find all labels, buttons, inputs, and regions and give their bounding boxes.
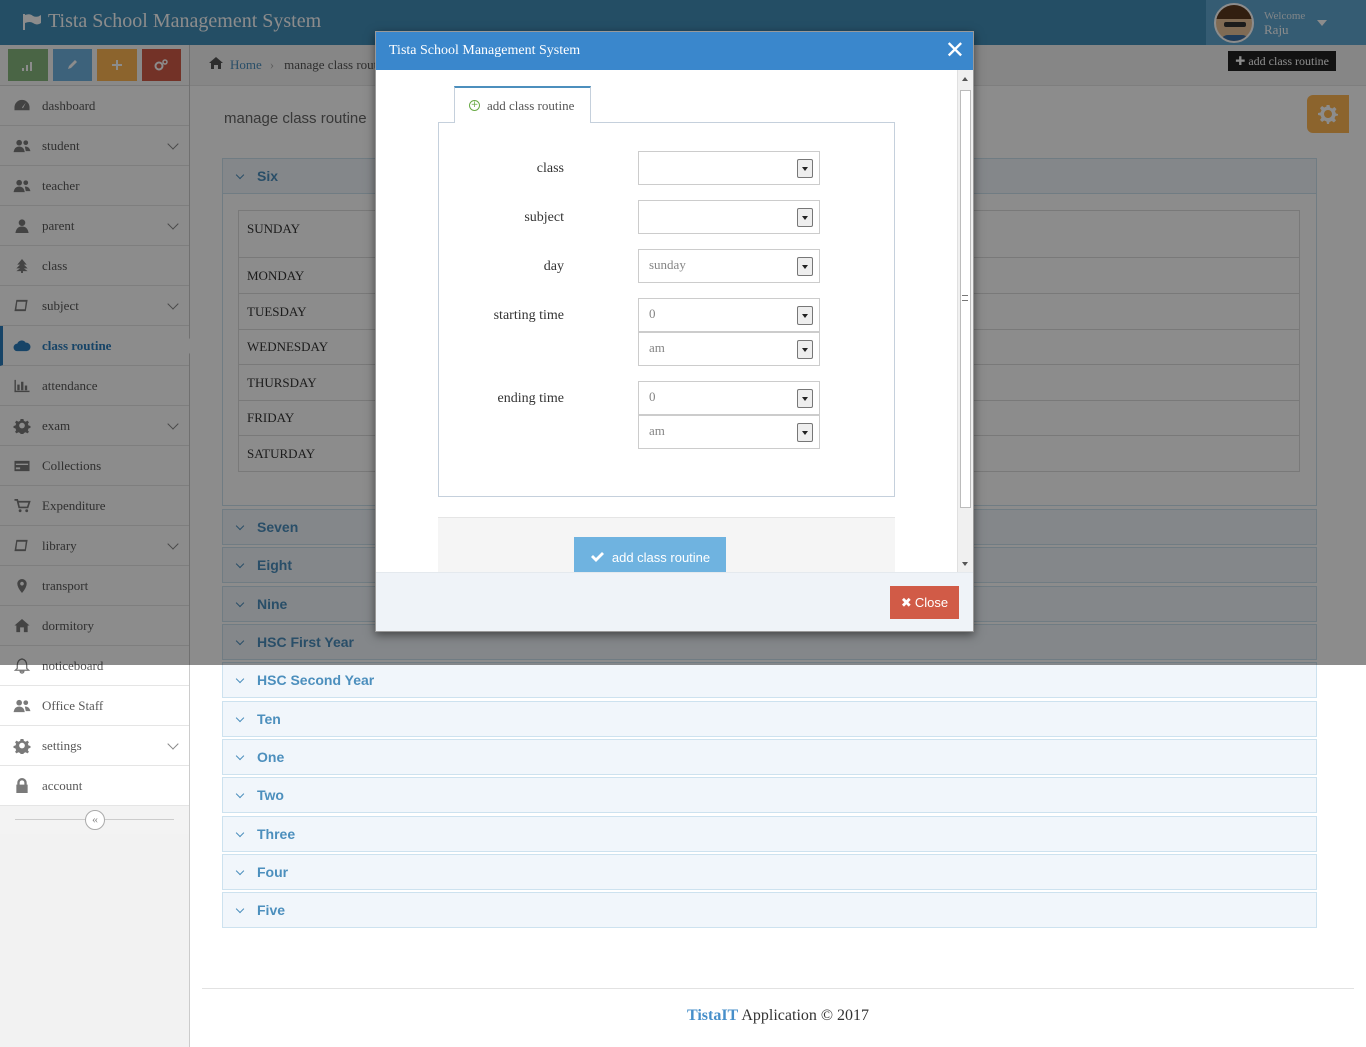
chevron-down-icon	[235, 674, 245, 683]
sidebar-item-office-staff[interactable]: Office Staff	[0, 686, 189, 726]
times-icon: ✖	[900, 594, 912, 610]
ending-ampm-value: am	[649, 423, 665, 438]
grip-icon	[962, 295, 968, 301]
day-select[interactable]: sunday	[638, 249, 820, 283]
cog-icon	[12, 738, 32, 754]
accordion-header-four[interactable]: Four	[222, 854, 1317, 890]
sidebar-item-label: account	[42, 777, 83, 793]
add-class-routine-modal: Tista School Management System ✕ + add c…	[375, 31, 974, 632]
modal-footer: ✖ Close	[376, 572, 973, 631]
starting-ampm-value: am	[649, 340, 665, 355]
plus-circle-icon: +	[469, 100, 480, 111]
ending-time-label: ending time	[497, 391, 565, 406]
scroll-up-icon[interactable]	[962, 77, 968, 81]
day-label: day	[543, 259, 564, 274]
modal-scrollbar[interactable]	[957, 70, 973, 572]
modal-title: Tista School Management System	[389, 43, 581, 58]
accordion-header-three[interactable]: Three	[222, 816, 1317, 852]
starting-time-label: starting time	[493, 308, 564, 323]
dropdown-arrow-icon	[797, 389, 813, 408]
accordion-header-one[interactable]: One	[222, 739, 1317, 775]
chevron-down-icon	[235, 713, 245, 722]
chevron-down-icon	[235, 866, 245, 875]
sidebar-item-label: Office Staff	[42, 697, 104, 713]
scroll-down-icon[interactable]	[962, 562, 968, 566]
add-class-routine-submit-button[interactable]: add class routine	[574, 537, 726, 572]
starting-ampm-select[interactable]: am	[638, 332, 820, 366]
dropdown-arrow-icon	[797, 159, 813, 178]
close-icon[interactable]: ✕	[945, 37, 965, 63]
ending-hour-value: 0	[649, 389, 656, 404]
accordion-header-label: Two	[257, 787, 284, 803]
accordion-header-two[interactable]: Two	[222, 777, 1317, 813]
check-icon	[590, 552, 604, 562]
accordion-header-label: Three	[257, 826, 296, 842]
accordion-header-label: HSC Second Year	[257, 672, 375, 688]
sidebar-collapse: «	[0, 806, 189, 834]
accordion-header-hsc-second-year[interactable]: HSC Second Year	[222, 662, 1317, 698]
footer: TistaIT Application © 2017	[190, 1007, 1366, 1025]
chevron-down-icon	[235, 828, 245, 837]
accordion-header-label: One	[257, 749, 285, 765]
tab-add-class-routine[interactable]: + add class routine	[454, 86, 591, 123]
accordion-header-label: Four	[257, 864, 289, 880]
chevron-down-icon	[167, 738, 179, 750]
double-angle-left-icon[interactable]: «	[85, 810, 105, 830]
users-icon	[12, 698, 32, 714]
chevron-down-icon	[235, 789, 245, 798]
chevron-down-icon	[235, 904, 245, 913]
lock-icon	[12, 777, 32, 794]
footer-brand: TistaIT	[686, 1007, 739, 1024]
accordion-header-label: Five	[257, 902, 286, 918]
class-label: class	[536, 161, 564, 176]
starting-hour-select[interactable]: 0	[638, 298, 820, 332]
add-class-routine-form: class subject day sunday starting time 0	[438, 122, 895, 497]
modal-header: Tista School Management System ✕	[376, 32, 973, 70]
dropdown-arrow-icon	[797, 208, 813, 227]
form-actions: add class routine	[438, 517, 895, 572]
starting-hour-value: 0	[649, 306, 656, 321]
dropdown-arrow-icon	[797, 423, 813, 442]
ending-ampm-select[interactable]: am	[638, 415, 820, 449]
subject-select[interactable]	[638, 200, 820, 234]
close-button-label: Close	[914, 595, 949, 610]
tab-label: add class routine	[487, 97, 575, 113]
class-select[interactable]	[638, 151, 820, 185]
dropdown-arrow-icon	[797, 257, 813, 276]
day-select-value: sunday	[649, 257, 686, 272]
footer-divider	[202, 988, 1354, 989]
accordion-header-five[interactable]: Five	[222, 892, 1317, 928]
dropdown-arrow-icon	[797, 340, 813, 359]
sidebar-item-account[interactable]: account	[0, 766, 189, 806]
sidebar-item-label: settings	[42, 737, 82, 753]
sidebar-item-settings[interactable]: settings	[0, 726, 189, 766]
submit-label: add class routine	[611, 549, 711, 565]
footer-text: Application © 2017	[741, 1007, 870, 1024]
ending-hour-select[interactable]: 0	[638, 381, 820, 415]
accordion-header-label: Ten	[257, 711, 281, 727]
dropdown-arrow-icon	[797, 306, 813, 325]
chevron-down-icon	[235, 751, 245, 760]
modal-body: + add class routine class subject day su…	[376, 70, 973, 572]
accordion-header-ten[interactable]: Ten	[222, 701, 1317, 737]
subject-label: subject	[524, 210, 564, 225]
close-button[interactable]: ✖ Close	[890, 586, 959, 619]
